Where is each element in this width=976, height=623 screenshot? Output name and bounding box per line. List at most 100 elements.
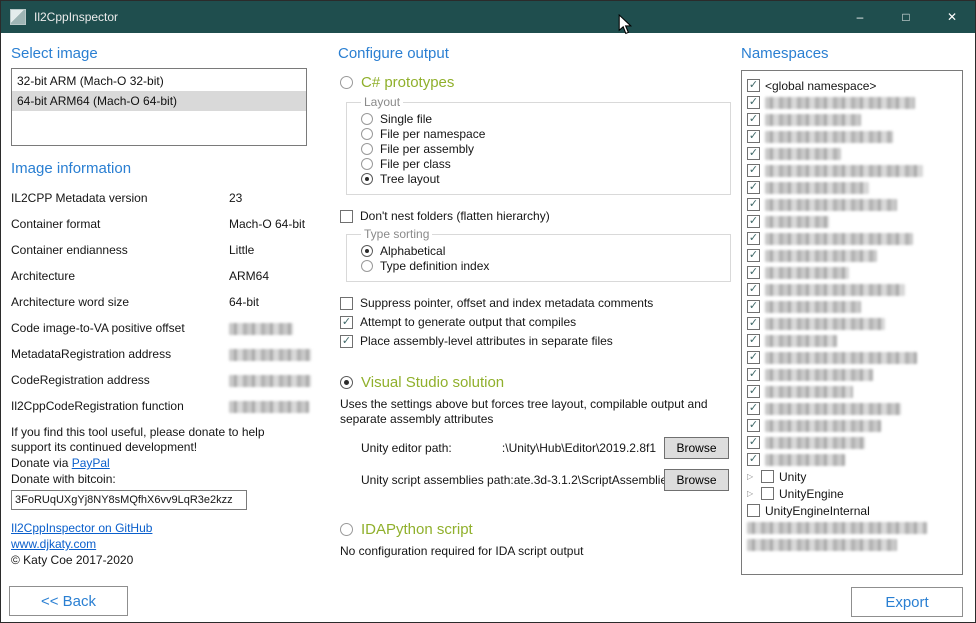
back-button[interactable]: << Back (9, 586, 128, 616)
namespace-checkbox-icon[interactable]: ✓ (747, 79, 760, 92)
radio-option[interactable]: File per assembly (361, 141, 730, 156)
bitcoin-address-input[interactable] (11, 490, 247, 510)
radio-icon (340, 76, 353, 89)
paypal-link[interactable]: PayPal (72, 456, 110, 470)
namespace-checkbox-icon[interactable]: ✓ (747, 198, 760, 211)
namespace-item[interactable]: ✓ (747, 94, 957, 111)
website-link[interactable]: www.djkaty.com (11, 537, 96, 551)
export-button[interactable]: Export (851, 587, 963, 617)
namespace-item[interactable]: ✓ (747, 196, 957, 213)
namespace-checkbox-icon[interactable]: ✓ (747, 96, 760, 109)
namespace-checkbox-icon[interactable]: ✓ (747, 300, 760, 313)
namespace-checkbox-icon[interactable]: ✓ (747, 368, 760, 381)
csharp-prototypes-option[interactable]: C# prototypes (340, 74, 733, 91)
namespace-checkbox-icon[interactable] (761, 487, 774, 500)
image-listbox[interactable]: 32-bit ARM (Mach-O 32-bit)64-bit ARM64 (… (11, 68, 307, 146)
namespace-item[interactable]: ✓ (747, 383, 957, 400)
namespace-checkbox-icon[interactable]: ✓ (747, 113, 760, 126)
unity-editor-path-value[interactable]: :\Unity\Hub\Editor\2019.2.8f1 (452, 441, 664, 455)
namespace-item[interactable]: ✓ (747, 434, 957, 451)
namespace-item[interactable]: ✓ (747, 315, 957, 332)
info-label: IL2CPP Metadata version (11, 185, 229, 211)
namespaces-list[interactable]: ✓<global namespace>✓✓✓✓✓✓✓✓✓✓✓✓✓✓✓✓✓✓✓✓✓… (741, 70, 963, 575)
namespace-item[interactable]: ✓ (747, 128, 957, 145)
namespace-checkbox-icon[interactable]: ✓ (747, 453, 760, 466)
checkbox-option[interactable]: ✓Place assembly-level attributes in sepa… (340, 334, 733, 348)
close-button[interactable]: ✕ (929, 1, 975, 33)
namespace-item[interactable] (747, 519, 957, 536)
unity-script-browse-button[interactable]: Browse (664, 469, 729, 491)
namespace-item[interactable]: UnityEngineInternal (747, 502, 957, 519)
namespace-checkbox-icon[interactable]: ✓ (747, 334, 760, 347)
namespace-checkbox-icon[interactable]: ✓ (747, 402, 760, 415)
namespace-checkbox-icon[interactable]: ✓ (747, 283, 760, 296)
namespace-item[interactable]: ✓ (747, 281, 957, 298)
namespace-item[interactable]: ✓ (747, 162, 957, 179)
flatten-checkbox-option[interactable]: Don't nest folders (flatten hierarchy) (340, 209, 733, 223)
namespace-item[interactable]: ✓ (747, 298, 957, 315)
radio-option[interactable]: Single file (361, 111, 730, 126)
checkbox-option[interactable]: ✓Attempt to generate output that compile… (340, 315, 733, 329)
namespace-item[interactable]: ✓ (747, 264, 957, 281)
maximize-button[interactable]: □ (883, 1, 929, 33)
configure-output-panel: Configure output C# prototypes Layout Si… (338, 33, 733, 559)
redacted-namespace-label (765, 250, 877, 262)
namespace-item[interactable]: ✓ (747, 213, 957, 230)
redacted-namespace-label (765, 437, 865, 449)
radio-icon (361, 245, 373, 257)
namespace-item[interactable]: ✓ (747, 400, 957, 417)
namespace-checkbox-icon[interactable]: ✓ (747, 385, 760, 398)
namespace-checkbox-icon[interactable] (761, 470, 774, 483)
namespace-item[interactable]: ✓ (747, 230, 957, 247)
namespace-checkbox-icon[interactable]: ✓ (747, 249, 760, 262)
namespace-checkbox-icon[interactable]: ✓ (747, 215, 760, 228)
namespace-item[interactable]: ▷Unity (747, 468, 957, 485)
namespace-checkbox-icon[interactable]: ✓ (747, 232, 760, 245)
namespace-item[interactable]: ✓ (747, 247, 957, 264)
image-list-item[interactable]: 64-bit ARM64 (Mach-O 64-bit) (12, 91, 306, 111)
radio-option[interactable]: Type definition index (361, 258, 730, 273)
namespace-checkbox-icon[interactable] (747, 504, 760, 517)
info-row: Code image-to-VA positive offset (11, 315, 311, 341)
unity-editor-browse-button[interactable]: Browse (664, 437, 729, 459)
radio-option[interactable]: File per namespace (361, 126, 730, 141)
namespace-item[interactable]: ✓ (747, 366, 957, 383)
radio-option[interactable]: File per class (361, 156, 730, 171)
info-row: Il2CppCodeRegistration function (11, 393, 311, 419)
namespace-checkbox-icon[interactable]: ✓ (747, 419, 760, 432)
expander-icon[interactable]: ▷ (747, 472, 756, 481)
namespace-item[interactable] (747, 536, 957, 553)
namespace-item[interactable]: ✓ (747, 417, 957, 434)
namespace-item[interactable]: ✓ (747, 451, 957, 468)
namespace-item[interactable]: ✓ (747, 349, 957, 366)
namespace-checkbox-icon[interactable]: ✓ (747, 164, 760, 177)
namespace-label: <global namespace> (765, 79, 876, 93)
namespace-item[interactable]: ✓ (747, 332, 957, 349)
namespace-checkbox-icon[interactable]: ✓ (747, 436, 760, 449)
idapython-script-option[interactable]: IDAPython script (340, 521, 733, 538)
checkbox-option[interactable]: Suppress pointer, offset and index metad… (340, 296, 733, 310)
radio-icon (361, 128, 373, 140)
github-link[interactable]: Il2CppInspector on GitHub (11, 521, 152, 535)
namespace-item[interactable]: ✓ <global namespace> (747, 77, 957, 94)
namespace-checkbox-icon[interactable]: ✓ (747, 181, 760, 194)
radio-icon (361, 113, 373, 125)
namespace-checkbox-icon[interactable]: ✓ (747, 317, 760, 330)
visual-studio-solution-option[interactable]: Visual Studio solution (340, 374, 733, 391)
namespace-item[interactable]: ▷UnityEngine (747, 485, 957, 502)
namespace-item[interactable]: ✓ (747, 145, 957, 162)
image-list-item[interactable]: 32-bit ARM (Mach-O 32-bit) (12, 71, 306, 91)
namespace-checkbox-icon[interactable]: ✓ (747, 266, 760, 279)
namespace-checkbox-icon[interactable]: ✓ (747, 130, 760, 143)
namespace-checkbox-icon[interactable]: ✓ (747, 147, 760, 160)
radio-option[interactable]: Tree layout (361, 171, 730, 186)
window-controls: – □ ✕ (837, 1, 975, 33)
radio-option[interactable]: Alphabetical (361, 243, 730, 258)
expander-icon[interactable]: ▷ (747, 489, 756, 498)
namespace-item[interactable]: ✓ (747, 179, 957, 196)
redacted-namespace-label (747, 522, 927, 534)
unity-script-path-value[interactable]: ate.3d-3.1.2\ScriptAssemblies (514, 473, 664, 487)
namespace-checkbox-icon[interactable]: ✓ (747, 351, 760, 364)
minimize-button[interactable]: – (837, 1, 883, 33)
namespace-item[interactable]: ✓ (747, 111, 957, 128)
